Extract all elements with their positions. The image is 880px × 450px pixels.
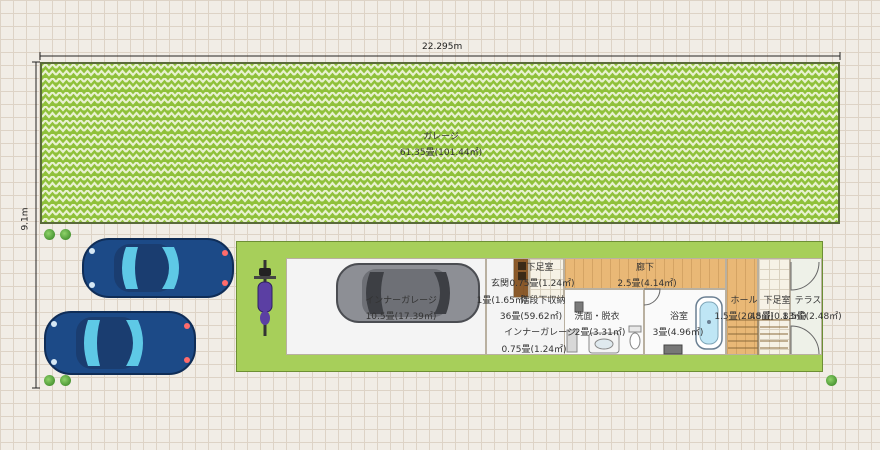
stair-storage-name: 階段下収納: [520, 296, 566, 306]
stairs-icon: [726, 319, 790, 355]
shoe-room-2-name: 下足室: [763, 296, 791, 306]
entrance-name: 玄関: [490, 279, 510, 289]
shoe-room-area: 0.75畳(1.24㎡): [509, 279, 575, 289]
car-icon: [82, 238, 234, 298]
inner-garage-2-name: インナーガレージ: [504, 328, 576, 338]
tree-icon: [60, 375, 71, 386]
corridor-area: 2.5畳(4.14㎡): [617, 279, 677, 289]
shoe-room-name: 下足室: [526, 263, 554, 273]
tree-icon: [60, 229, 71, 240]
bathroom-name: 浴室: [669, 312, 689, 322]
corridor-name: 廊下: [635, 263, 655, 273]
door-swing-icon: [643, 261, 820, 355]
inner-garage-name: インナーガレージ: [365, 296, 437, 306]
bathroom-area: 3畳(4.96㎡): [652, 328, 704, 338]
inner-garage-area: 10.5畳(17.39㎡): [365, 312, 437, 322]
inner-garage-2-area: 0.75畳(1.24㎡): [501, 345, 567, 355]
washroom-name: 洗面・脱衣: [574, 312, 620, 322]
overlap-area: 36畳(59.62㎡): [499, 312, 563, 322]
bathtub-icon: [695, 296, 723, 350]
motorcycle-icon: [254, 260, 276, 336]
tree-icon: [44, 229, 55, 240]
tree-icon: [826, 375, 837, 386]
toilet-icon: [628, 325, 642, 350]
terrace-name: テラス: [794, 296, 822, 306]
fixtures-layer: [518, 261, 820, 355]
tree-icon: [44, 375, 55, 386]
hall-name: ホール: [730, 296, 758, 306]
washroom-area: 2畳(3.31㎡): [574, 328, 626, 338]
terrace-area: 1.5畳(2.48㎡): [782, 312, 842, 322]
car-icon: [44, 311, 196, 375]
